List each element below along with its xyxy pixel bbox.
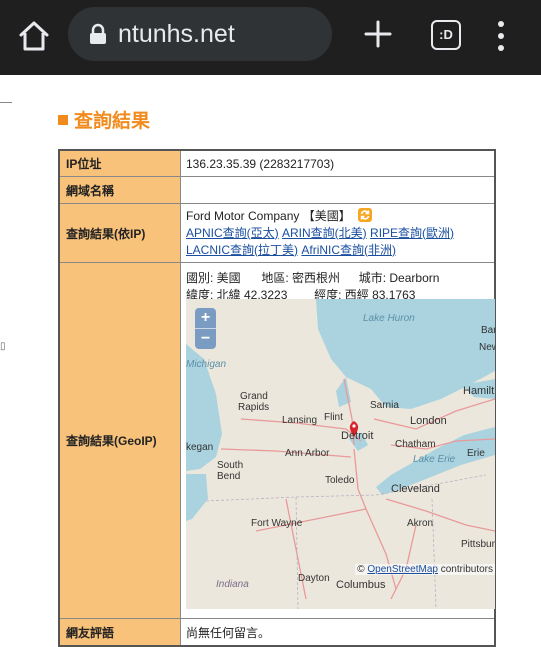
home-icon[interactable] bbox=[16, 18, 52, 54]
ip-label: IP位址 bbox=[58, 149, 181, 177]
country-tag: 【美國】 bbox=[302, 208, 351, 223]
table-row: 網域名稱 bbox=[58, 176, 496, 204]
map-label-grand: Grand bbox=[240, 391, 268, 402]
map-label-columbus: Columbus bbox=[336, 579, 386, 591]
domain-label: 網域名稱 bbox=[58, 176, 181, 204]
url-text: ntunhs.net bbox=[118, 20, 235, 48]
geoip-label: 查詢結果(GeoIP) bbox=[58, 262, 181, 619]
lacnic-link[interactable]: LACNIC查詢(拉丁美) bbox=[186, 243, 298, 257]
result-ip-label: 查詢結果(依IP) bbox=[58, 203, 181, 263]
map-label-hamilton: Hamilt bbox=[463, 385, 495, 397]
new-tab-icon[interactable] bbox=[362, 18, 394, 50]
comments-label: 網友評語 bbox=[58, 618, 181, 647]
table-row: 查詢結果(GeoIP) 國別: 美國 地區: 密西根州 城市: Dearborn… bbox=[58, 262, 496, 619]
afrinic-link[interactable]: AfriNIC查詢(非洲) bbox=[301, 243, 396, 257]
divider bbox=[0, 102, 12, 103]
ip-value: 136.23.35.39 (2283217703) bbox=[180, 149, 496, 177]
map-label-dayton: Dayton bbox=[298, 573, 330, 584]
orange-square-icon bbox=[58, 114, 68, 125]
geoip-panel: 國別: 美國 地區: 密西根州 城市: Dearborn 緯度: 北緯 42.3… bbox=[181, 263, 495, 618]
map-view[interactable]: + − Lake Huron Bar New Michigan Hamilt G… bbox=[186, 299, 495, 609]
openstreetmap-link[interactable]: OpenStreetMap bbox=[367, 564, 438, 575]
table-row: IP位址 136.23.35.39 (2283217703) bbox=[58, 149, 496, 177]
map-label-indiana: Indiana bbox=[216, 579, 249, 590]
more-menu-icon[interactable] bbox=[494, 20, 508, 52]
map-label-new: New bbox=[479, 342, 495, 353]
map-attribution: © OpenStreetMap contributors bbox=[355, 564, 495, 575]
map-label-chicago: kegan bbox=[186, 442, 214, 453]
map-label-lake-erie: Lake Erie bbox=[413, 454, 456, 465]
map-label-sarnia: Sarnia bbox=[370, 400, 399, 411]
tab-switcher-button[interactable]: :D bbox=[431, 20, 461, 50]
map-labels: Lake Huron Bar New Michigan Hamilt Grand… bbox=[186, 299, 495, 609]
result-ip-value: Ford Motor Company 【美國】 APNIC查詢(亞太) ARIN… bbox=[180, 203, 496, 263]
page-content: ▯ 查詢結果 IP位址 136.23.35.39 (2283217703) 網域… bbox=[0, 75, 541, 647]
map-label-pittsburgh: Pittsburg bbox=[461, 539, 495, 550]
map-label-fort-wayne: Fort Wayne bbox=[251, 518, 303, 529]
arin-link[interactable]: ARIN查詢(北美) bbox=[282, 226, 367, 240]
map-label-chatham: Chatham bbox=[395, 439, 436, 450]
map-label-michigan: Michigan bbox=[186, 359, 227, 370]
map-label-toledo: Toledo bbox=[325, 475, 355, 486]
map-label-akron: Akron bbox=[407, 518, 434, 529]
attribution-prefix: © bbox=[357, 564, 368, 575]
lock-icon bbox=[90, 23, 106, 44]
map-label-detroit: Detroit bbox=[341, 430, 374, 442]
table-row: 查詢結果(依IP) Ford Motor Company 【美國】 APNIC查… bbox=[58, 203, 496, 263]
map-label-rapids: Rapids bbox=[238, 402, 270, 413]
section-header: 查詢結果 bbox=[58, 106, 150, 133]
map-label-lake-huron: Lake Huron bbox=[363, 313, 415, 324]
comments-value: 尚無任何留言。 bbox=[180, 618, 496, 647]
geo-region: 地區: 密西根州 bbox=[261, 271, 341, 285]
browser-toolbar: ntunhs.net :D bbox=[0, 0, 541, 75]
geo-city: 城市: Dearborn bbox=[358, 271, 440, 285]
attribution-suffix: contributors bbox=[437, 564, 493, 575]
map-label-bar: Bar bbox=[481, 325, 495, 336]
result-table: IP位址 136.23.35.39 (2283217703) 網域名稱 查詢結果… bbox=[58, 149, 496, 647]
geo-country: 國別: 美國 bbox=[186, 271, 241, 285]
map-label-ann-arbor: Ann Arbor bbox=[285, 448, 330, 459]
map-label-cleveland: Cleveland bbox=[391, 483, 440, 495]
geo-line-1: 國別: 美國 地區: 密西根州 城市: Dearborn bbox=[186, 269, 439, 286]
map-label-flint: Flint bbox=[324, 412, 343, 423]
ripe-link[interactable]: RIPE查詢(歐洲) bbox=[370, 226, 454, 240]
apnic-link[interactable]: APNIC查詢(亞太) bbox=[186, 226, 279, 240]
map-label-south: South bbox=[217, 460, 244, 471]
domain-value bbox=[180, 176, 496, 204]
broken-glyph-icon: ▯ bbox=[0, 341, 6, 352]
map-label-erie: Erie bbox=[467, 448, 485, 459]
refresh-icon[interactable] bbox=[358, 207, 373, 222]
map-label-bend: Bend bbox=[217, 471, 241, 482]
map-label-lansing: Lansing bbox=[282, 415, 318, 426]
map-label-london: London bbox=[410, 415, 447, 427]
table-row: 網友評語 尚無任何留言。 bbox=[58, 618, 496, 647]
org-name: Ford Motor Company bbox=[186, 208, 300, 223]
geoip-value: 國別: 美國 地區: 密西根州 城市: Dearborn 緯度: 北緯 42.3… bbox=[180, 262, 496, 619]
address-bar[interactable]: ntunhs.net bbox=[68, 7, 332, 61]
section-title: 查詢結果 bbox=[74, 111, 151, 132]
